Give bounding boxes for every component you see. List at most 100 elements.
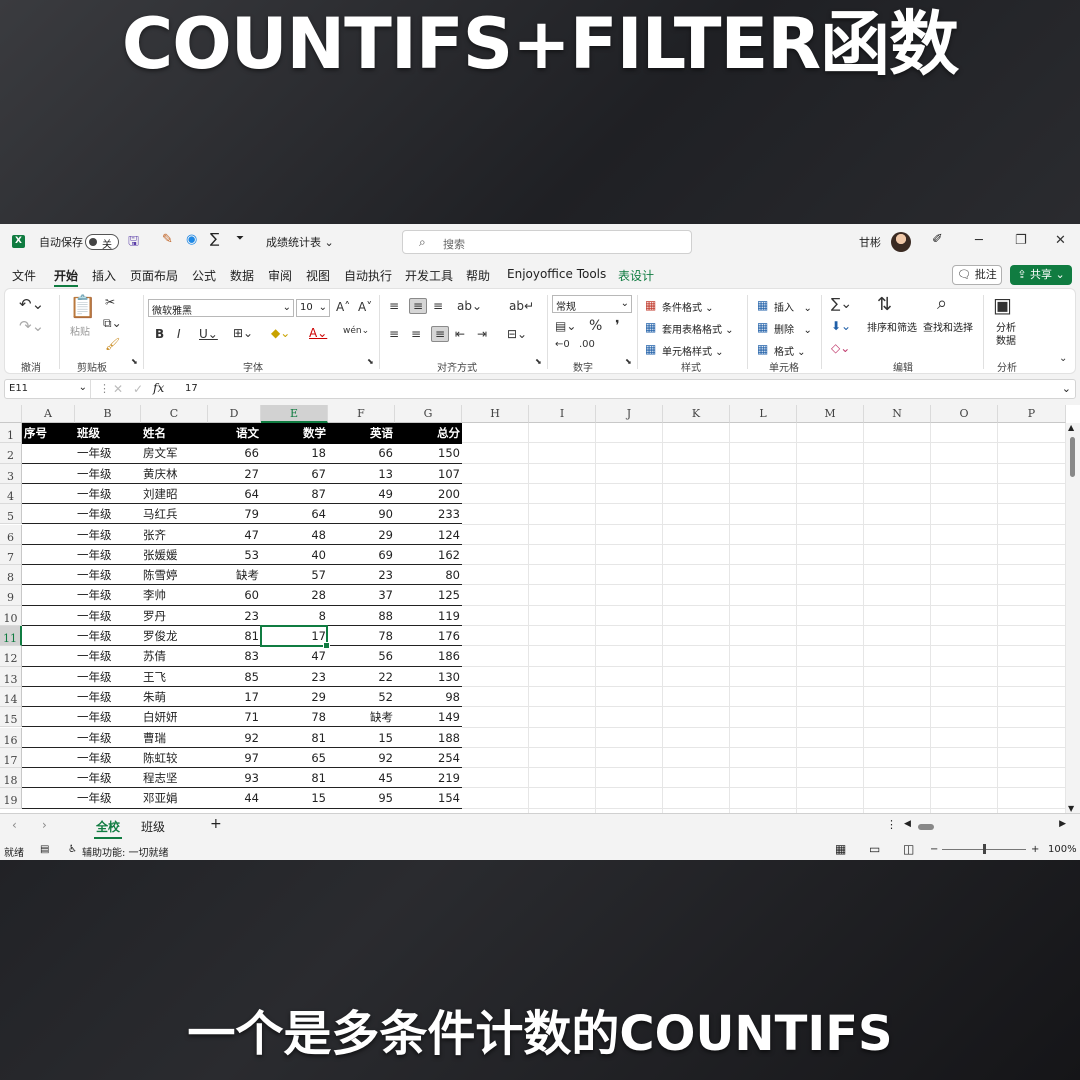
table-cell[interactable]: 162 bbox=[395, 545, 462, 566]
format-painter-quick-icon[interactable]: ✎ bbox=[162, 232, 173, 247]
copy-icon[interactable]: ⧉⌄ bbox=[103, 316, 122, 331]
share-button[interactable]: ⇪ 共享 ⌄ bbox=[1010, 265, 1072, 285]
table-cell[interactable]: 程志坚 bbox=[141, 768, 208, 789]
table-cell[interactable]: 47 bbox=[208, 525, 261, 545]
merge-center-icon[interactable]: ⊟⌄ bbox=[507, 327, 527, 341]
clipboard-launcher-icon[interactable]: ⬊ bbox=[131, 357, 138, 366]
select-all-corner[interactable] bbox=[0, 405, 22, 423]
table-cell[interactable]: 苏倩 bbox=[141, 646, 208, 667]
save-icon[interactable]: 🖫 bbox=[128, 232, 139, 254]
table-cell[interactable]: 一年级 bbox=[75, 464, 141, 484]
cut-icon[interactable]: ✂ bbox=[105, 295, 115, 309]
insert-function-icon[interactable]: fx bbox=[153, 381, 164, 395]
vertical-scrollbar[interactable]: ▲ ▼ bbox=[1066, 423, 1080, 813]
font-name-select[interactable]: 微软雅黑 ⌄ bbox=[148, 299, 294, 317]
row-header[interactable]: 6 bbox=[0, 524, 22, 545]
tab-enjoyoffice-tools[interactable]: Enjoyoffice Tools bbox=[507, 267, 606, 281]
quick-access-dropdown-icon[interactable]: ⏷ bbox=[236, 233, 244, 244]
table-cell[interactable]: 29 bbox=[261, 687, 328, 708]
table-cell[interactable]: 一年级 bbox=[75, 748, 141, 769]
tab-insert[interactable]: 插入 bbox=[92, 267, 116, 284]
cell-style-button[interactable]: 单元格样式 ⌄ bbox=[662, 343, 724, 358]
table-cell[interactable]: 64 bbox=[261, 504, 328, 525]
border-icon[interactable]: ⊞⌄ bbox=[233, 326, 253, 340]
table-cell[interactable]: 40 bbox=[261, 545, 328, 566]
search-input[interactable]: ⌕ 搜索 bbox=[402, 230, 692, 254]
table-cell[interactable]: 45 bbox=[328, 768, 395, 789]
table-cell[interactable]: 一年级 bbox=[75, 646, 141, 667]
table-header-cell[interactable]: 数学 bbox=[261, 423, 328, 445]
circle-quick-icon[interactable]: ◉ bbox=[186, 232, 197, 247]
table-cell[interactable]: 27 bbox=[208, 464, 261, 484]
table-header-cell[interactable]: 姓名 bbox=[141, 423, 208, 445]
row-header[interactable]: 2 bbox=[0, 443, 22, 464]
row-header[interactable]: 11 bbox=[0, 626, 22, 647]
vertical-scroll-thumb[interactable] bbox=[1070, 437, 1075, 477]
table-header-cell[interactable]: 英语 bbox=[328, 423, 395, 445]
fill-color-icon[interactable]: ◆⌄ bbox=[271, 326, 290, 340]
sheet-tab-school[interactable]: 全校 bbox=[93, 818, 123, 839]
page-break-view-icon[interactable]: ◫ bbox=[903, 842, 914, 856]
table-cell[interactable]: 一年级 bbox=[75, 565, 141, 586]
more-icon[interactable]: ⋮ bbox=[99, 382, 110, 395]
table-cell[interactable]: 81 bbox=[208, 626, 261, 647]
row-header[interactable]: 10 bbox=[0, 605, 22, 626]
orientation-icon[interactable]: ab⌄ bbox=[457, 299, 482, 313]
table-cell[interactable]: 28 bbox=[261, 585, 328, 606]
tab-help[interactable]: 帮助 bbox=[466, 267, 490, 284]
table-cell[interactable]: 22 bbox=[328, 667, 395, 687]
table-cell[interactable]: 154 bbox=[395, 788, 462, 809]
row-header[interactable]: 8 bbox=[0, 565, 22, 586]
table-cell[interactable] bbox=[22, 545, 75, 566]
table-cell[interactable]: 66 bbox=[208, 443, 261, 464]
decrease-indent-icon[interactable]: ⇤ bbox=[455, 327, 465, 341]
table-cell[interactable]: 66 bbox=[328, 443, 395, 464]
column-header[interactable]: A bbox=[22, 405, 75, 423]
table-cell[interactable]: 81 bbox=[261, 728, 328, 748]
table-cell[interactable]: 98 bbox=[395, 687, 462, 708]
tab-file[interactable]: 文件 bbox=[12, 267, 36, 284]
table-header-cell[interactable]: 班级 bbox=[75, 423, 141, 445]
macro-record-icon[interactable]: ▤ bbox=[40, 844, 49, 855]
column-header[interactable]: P bbox=[998, 405, 1066, 423]
format-painter-icon[interactable]: 🖌 bbox=[105, 337, 120, 351]
table-cell[interactable]: 23 bbox=[328, 565, 395, 586]
table-cell[interactable]: 67 bbox=[261, 464, 328, 484]
sheet-tab-class[interactable]: 班级 bbox=[141, 818, 165, 835]
align-bottom-icon[interactable]: ≡ bbox=[433, 299, 443, 313]
add-sheet-button[interactable]: + bbox=[210, 816, 222, 832]
align-center-icon[interactable]: ≡ bbox=[411, 327, 421, 341]
align-top-icon[interactable]: ≡ bbox=[389, 299, 399, 313]
table-cell[interactable]: 一年级 bbox=[75, 667, 141, 687]
table-cell[interactable]: 23 bbox=[261, 667, 328, 687]
row-header[interactable]: 5 bbox=[0, 504, 22, 525]
row-header[interactable]: 19 bbox=[0, 788, 22, 809]
align-right-icon[interactable]: ≡ bbox=[431, 326, 450, 342]
paste-label[interactable]: 粘贴 bbox=[70, 323, 90, 338]
number-launcher-icon[interactable]: ⬊ bbox=[625, 357, 632, 366]
align-middle-icon[interactable]: ≡ bbox=[409, 298, 428, 314]
column-header[interactable]: C bbox=[141, 405, 208, 423]
zoom-slider-knob[interactable] bbox=[983, 844, 986, 854]
column-header[interactable]: O bbox=[931, 405, 998, 423]
comma-icon[interactable]: ❜ bbox=[615, 318, 620, 334]
table-cell[interactable]: 8 bbox=[261, 606, 328, 626]
table-cell[interactable]: 83 bbox=[208, 646, 261, 667]
column-header[interactable]: M bbox=[797, 405, 864, 423]
table-cell[interactable]: 刘建昭 bbox=[141, 484, 208, 505]
tab-automate[interactable]: 自动执行 bbox=[344, 267, 392, 284]
analyze-data-line2[interactable]: 数据 bbox=[996, 332, 1016, 347]
table-cell[interactable]: 17 bbox=[208, 687, 261, 708]
row-header[interactable]: 3 bbox=[0, 463, 22, 484]
table-cell[interactable]: 张齐 bbox=[141, 525, 208, 545]
row-header[interactable]: 18 bbox=[0, 768, 22, 789]
page-layout-view-icon[interactable]: ▭ bbox=[869, 842, 880, 856]
font-launcher-icon[interactable]: ⬊ bbox=[367, 357, 374, 366]
table-cell[interactable] bbox=[22, 646, 75, 667]
table-cell[interactable]: 一年级 bbox=[75, 707, 141, 728]
table-cell[interactable] bbox=[22, 748, 75, 769]
horizontal-scrollbar[interactable]: ◀ ▶ bbox=[904, 819, 1066, 832]
align-left-icon[interactable]: ≡ bbox=[389, 327, 399, 341]
table-cell[interactable]: 缺考 bbox=[328, 707, 395, 728]
next-sheet-icon[interactable]: › bbox=[42, 818, 47, 832]
